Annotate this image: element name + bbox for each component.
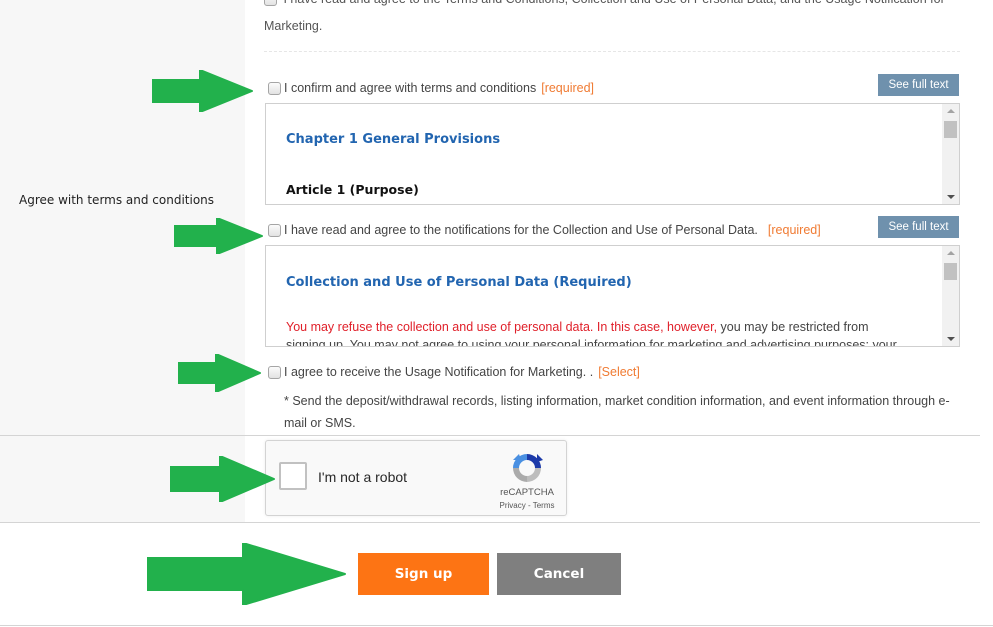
recaptcha-brand: reCAPTCHA (500, 487, 554, 498)
marketing-checkbox[interactable] (268, 365, 281, 379)
agree-all-label-cont: Marketing. (264, 19, 323, 33)
required-tag: [required] (767, 223, 821, 237)
marketing-agree-row[interactable]: I agree to receive the Usage Notificatio… (268, 365, 640, 379)
terms-checkbox-label: I confirm and agree with terms and condi… (284, 81, 537, 95)
green-arrow-icon (174, 218, 263, 254)
terms-heading: Chapter 1 General Provisions (286, 132, 501, 147)
signup-button[interactable]: Sign up (358, 553, 489, 595)
green-arrow-icon (170, 456, 275, 502)
recaptcha-privacy-terms-links[interactable]: Privacy - Terms (488, 501, 566, 510)
green-arrow-icon (152, 70, 253, 112)
terms-text-box[interactable]: Chapter 1 General Provisions Article 1 (… (265, 103, 960, 205)
select-tag: [Select] (598, 365, 640, 379)
divider (0, 625, 993, 626)
personal-data-scrollbar[interactable] (942, 246, 959, 346)
terms-see-full-text-button[interactable]: See full text (878, 74, 959, 96)
recaptcha-checkbox[interactable] (279, 462, 307, 490)
scroll-thumb[interactable] (944, 263, 957, 280)
scroll-down-icon[interactable] (947, 195, 955, 199)
green-arrow-icon (147, 543, 346, 605)
divider (0, 522, 980, 523)
personal-data-checkbox-label: I have read and agree to the notificatio… (284, 223, 758, 237)
agree-all-label: I have read and agree to the Terms and C… (283, 0, 944, 6)
recaptcha-logo-icon (513, 454, 543, 482)
personal-data-heading: Collection and Use of Personal Data (Req… (286, 275, 632, 290)
scroll-down-icon[interactable] (947, 337, 955, 341)
marketing-checkbox-label: I agree to receive the Usage Notificatio… (284, 365, 594, 379)
terms-checkbox[interactable] (268, 81, 281, 95)
personal-data-body: You may refuse the collection and use of… (286, 318, 911, 346)
personal-data-see-full-text-button[interactable]: See full text (878, 216, 959, 238)
scroll-thumb[interactable] (944, 121, 957, 138)
recaptcha-label: I'm not a robot (318, 469, 408, 485)
marketing-note: * Send the deposit/withdrawal records, l… (284, 394, 950, 430)
agree-all-checkbox[interactable] (264, 0, 277, 7)
green-arrow-icon (178, 354, 261, 392)
terms-agree-row[interactable]: I confirm and agree with terms and condi… (268, 81, 594, 95)
scroll-up-icon[interactable] (947, 109, 955, 113)
section-label: Agree with terms and conditions (19, 193, 215, 207)
dashed-separator (264, 51, 960, 52)
agree-all-row[interactable]: I have read and agree to the Terms and C… (264, 0, 945, 7)
personal-data-agree-row[interactable]: I have read and agree to the notificatio… (268, 223, 821, 237)
required-tag: [required] (541, 81, 595, 95)
personal-data-warning: You may refuse the collection and use of… (286, 320, 718, 334)
terms-scrollbar[interactable] (942, 104, 959, 204)
recaptcha-widget: I'm not a robot reCAPTCHA Privacy - Term… (265, 440, 567, 516)
terms-article: Article 1 (Purpose) (286, 182, 419, 197)
divider (0, 435, 980, 436)
cancel-button[interactable]: Cancel (497, 553, 621, 595)
personal-data-checkbox[interactable] (268, 223, 281, 237)
personal-data-text-box[interactable]: Collection and Use of Personal Data (Req… (265, 245, 960, 347)
scroll-up-icon[interactable] (947, 251, 955, 255)
